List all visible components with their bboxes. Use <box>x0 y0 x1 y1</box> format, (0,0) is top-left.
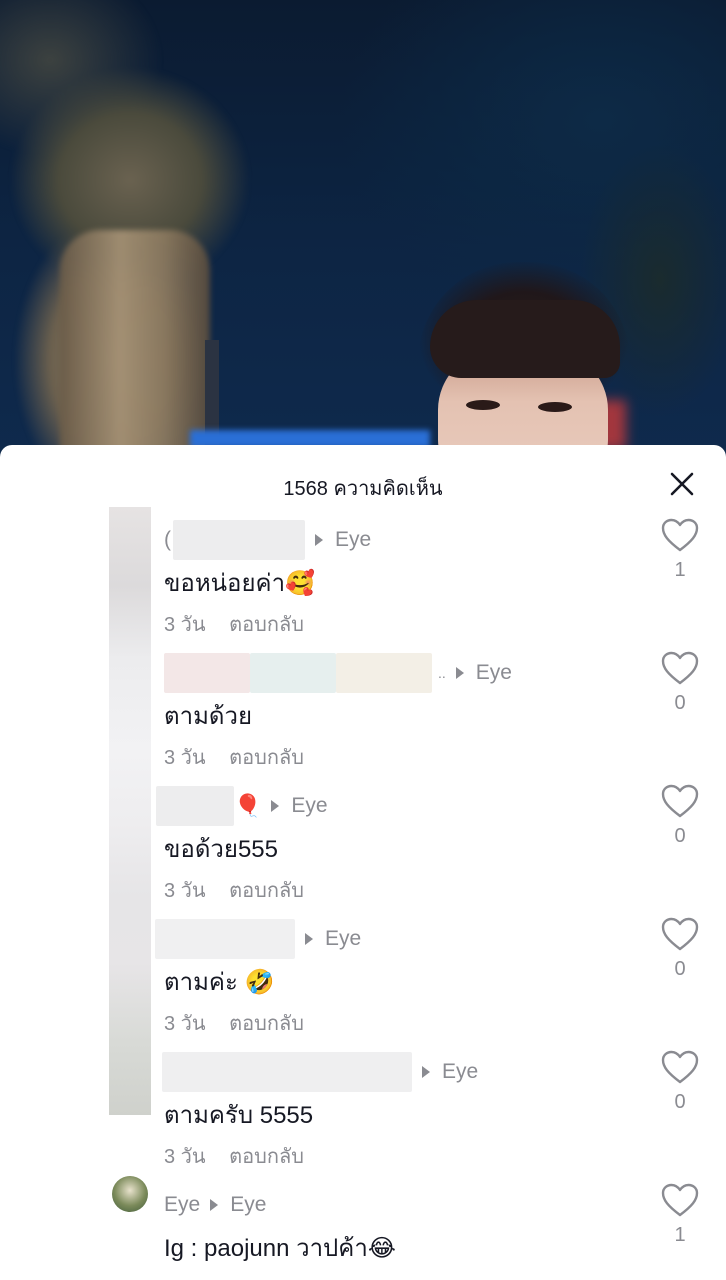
person-bangs <box>430 300 620 378</box>
comments-sheet: 1568 ความคิดเห็น ( Eye ขอหน่อยค่า🥰 3 วัน… <box>0 445 726 1280</box>
reply-arrow-icon <box>271 800 280 812</box>
person-eye <box>466 400 500 410</box>
person-eye <box>538 402 572 412</box>
redacted-name <box>250 653 336 693</box>
reply-to-name: Eye <box>335 528 372 551</box>
comment-item: 🎈 Eye ขอด้วย555 3 วัน ตอบกลับ 0 <box>0 784 726 924</box>
author-name: Eye <box>164 1193 201 1216</box>
comment-item: ( Eye ขอหน่อยค่า🥰 3 วัน ตอบกลับ 1 <box>0 518 726 658</box>
like-count: 0 <box>674 1091 686 1113</box>
comment-time: 3 วัน <box>164 614 206 636</box>
like-group: 0 <box>658 916 702 981</box>
reply-button[interactable]: ตอบกลับ <box>229 747 304 769</box>
comment-author-row[interactable]: Eye <box>162 1052 479 1092</box>
comment-text: ขอหน่อยค่า🥰 <box>164 570 315 597</box>
comment-text: ตามค่ะ 🤣 <box>164 969 275 996</box>
comment-author-row[interactable]: ( Eye <box>164 520 372 560</box>
reply-to-name: Eye <box>230 1193 267 1216</box>
redacted-name <box>155 919 295 959</box>
redacted-name <box>162 1052 412 1092</box>
comment-meta: 3 วัน ตอบกลับ <box>164 1140 304 1172</box>
author-name: ( <box>164 528 171 551</box>
redacted-name <box>156 786 234 826</box>
redacted-name <box>173 520 305 560</box>
comment-time: 3 วัน <box>164 1013 206 1035</box>
heart-icon[interactable] <box>660 783 700 819</box>
reply-arrow-icon <box>455 667 464 679</box>
comment-meta: 3 วัน ตอบกลับ <box>164 874 304 906</box>
comment-item: Eye ตามค่ะ 🤣 3 วัน ตอบกลับ 0 <box>0 917 726 1057</box>
like-count: 0 <box>674 825 686 847</box>
close-button[interactable] <box>662 467 702 501</box>
reply-button[interactable]: ตอบกลับ <box>229 614 304 636</box>
reply-to-name: Eye <box>475 661 512 684</box>
comment-meta: 3 วัน ตอบกลับ <box>164 608 304 640</box>
redacted-name <box>336 653 432 693</box>
heart-icon[interactable] <box>660 916 700 952</box>
comment-meta: 3 วัน ตอบกลับ <box>164 741 304 773</box>
heart-icon[interactable] <box>660 1049 700 1085</box>
reply-arrow-icon <box>315 534 323 546</box>
close-icon <box>670 472 694 496</box>
reply-to-name: Eye <box>325 927 362 950</box>
heart-icon[interactable] <box>660 1182 700 1218</box>
reply-to-name: Eye <box>442 1060 479 1083</box>
like-group: 0 <box>658 1049 702 1114</box>
redacted-name <box>164 653 250 693</box>
comment-item: Eye Eye Ig : paojunn วาปค้า😂 1 <box>0 1176 726 1280</box>
reply-to-name: Eye <box>291 794 328 817</box>
comment-author-row[interactable]: Eye <box>155 919 362 959</box>
comment-item: .. Eye ตามด้วย 3 วัน ตอบกลับ 0 <box>0 651 726 791</box>
reply-arrow-icon <box>305 933 313 945</box>
heart-icon[interactable] <box>660 650 700 686</box>
like-count: 0 <box>674 958 686 980</box>
like-count: 1 <box>674 559 686 581</box>
comment-author-row[interactable]: 🎈 Eye <box>156 786 328 826</box>
reply-button[interactable]: ตอบกลับ <box>229 1013 304 1035</box>
comment-meta: 3 วัน ตอบกลับ <box>164 1007 304 1039</box>
comment-time: 3 วัน <box>164 880 206 902</box>
like-group: 0 <box>658 783 702 848</box>
reply-arrow-icon <box>422 1066 430 1078</box>
like-count: 0 <box>674 692 686 714</box>
comment-author-row[interactable]: Eye Eye <box>164 1190 266 1220</box>
reply-button[interactable]: ตอบกลับ <box>229 1146 304 1168</box>
comment-text: ตามด้วย <box>164 703 253 730</box>
author-name: 🎈 <box>234 793 262 819</box>
like-count: 1 <box>674 1224 686 1246</box>
like-group: 0 <box>658 650 702 715</box>
like-group: 1 <box>658 517 702 582</box>
palm-tree-trunk <box>60 230 210 470</box>
comment-text: ขอด้วย555 <box>164 836 278 863</box>
reply-arrow-icon <box>210 1199 219 1211</box>
heart-icon[interactable] <box>660 517 700 553</box>
reply-button[interactable]: ตอบกลับ <box>229 880 304 902</box>
comment-author-row[interactable]: .. Eye <box>164 653 512 693</box>
video-background <box>0 0 726 470</box>
comment-text: Ig : paojunn วาปค้า😂 <box>164 1235 396 1262</box>
truncation-dots: .. <box>438 665 446 681</box>
comment-item: Eye ตามครับ 5555 3 วัน ตอบกลับ 0 <box>0 1050 726 1190</box>
comments-count-title: 1568 ความคิดเห็น <box>283 478 443 500</box>
comment-time: 3 วัน <box>164 1146 206 1168</box>
comment-time: 3 วัน <box>164 747 206 769</box>
like-group: 1 <box>658 1182 702 1247</box>
comment-text: ตามครับ 5555 <box>164 1102 314 1129</box>
avatar[interactable] <box>112 1176 148 1212</box>
